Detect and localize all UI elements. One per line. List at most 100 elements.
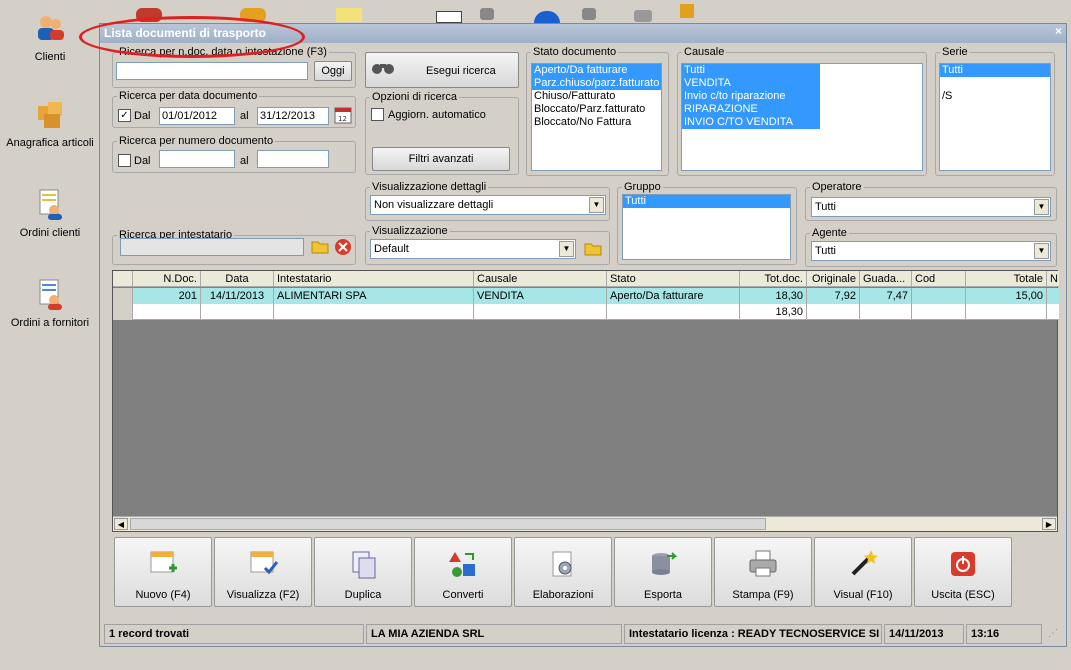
print-button[interactable]: Stampa (F9) — [714, 537, 812, 607]
clear-icon[interactable] — [334, 238, 352, 256]
list-item[interactable]: Invio c/to riparazione — [682, 90, 820, 103]
visual-button[interactable]: Visual (F10) — [814, 537, 912, 607]
calendar-icon[interactable]: 12 — [334, 106, 352, 124]
list-item[interactable]: Parz.chiuso/parz.fatturato — [532, 77, 661, 90]
horizontal-scrollbar[interactable]: ◀ ▶ — [113, 516, 1057, 531]
doc-status-list[interactable]: Aperto/Da fatturare Parz.chiuso/parz.fat… — [531, 63, 662, 171]
supplier-orders-icon — [39, 279, 62, 310]
date-to-input[interactable]: 31/12/2013 — [257, 107, 329, 125]
desktop-icon-ordini-clienti[interactable]: Ordini clienti — [0, 188, 100, 239]
process-button[interactable]: Elaborazioni — [514, 537, 612, 607]
column-header[interactable]: Causale — [474, 271, 607, 287]
column-header[interactable]: N — [1047, 271, 1059, 287]
list-item[interactable]: Tutti — [682, 64, 820, 77]
auto-update-checkbox[interactable] — [371, 108, 384, 121]
date-search-checkbox[interactable]: ✓ — [118, 109, 131, 122]
holder-search-input[interactable] — [120, 238, 304, 256]
list-item[interactable]: /S — [940, 90, 1050, 103]
doc-status-legend: Stato documento — [533, 46, 617, 58]
list-item[interactable]: Tutti — [940, 64, 1050, 77]
column-header[interactable]: Stato — [607, 271, 740, 287]
column-header[interactable]: Cod — [912, 271, 966, 287]
package-icon[interactable] — [680, 4, 694, 18]
scroll-right-icon[interactable]: ▶ — [1042, 518, 1056, 530]
pin-icon[interactable] — [480, 8, 494, 20]
pin-icon[interactable] — [582, 8, 596, 20]
chevron-down-icon[interactable]: ▼ — [1034, 243, 1049, 259]
process-label: Elaborazioni — [532, 589, 594, 601]
table-cell — [807, 304, 860, 320]
number-to-input[interactable] — [257, 150, 329, 168]
text-search-input[interactable] — [116, 62, 308, 80]
column-header[interactable]: Totale — [966, 271, 1047, 287]
column-header[interactable]: Originale — [807, 271, 860, 287]
duplicate-button[interactable]: Duplica — [314, 537, 412, 607]
desktop-icon-label: Anagrafica articoli — [6, 137, 94, 149]
number-dal-label: Dal — [134, 155, 151, 167]
gruppo-list[interactable]: Tutti — [622, 194, 791, 260]
list-item[interactable]: Bloccato/Parz.fatturato — [532, 103, 661, 116]
list-item[interactable]: Chiuso/Fatturato — [532, 90, 661, 103]
note-icon[interactable] — [336, 8, 362, 22]
date-from-input[interactable]: 01/01/2012 — [159, 107, 235, 125]
folder-icon[interactable] — [584, 240, 602, 256]
agente-select[interactable]: Tutti ▼ — [811, 241, 1051, 261]
list-item[interactable]: INVIO C/TO VENDITA — [682, 116, 820, 129]
close-icon[interactable]: × — [1055, 24, 1062, 38]
view-select[interactable]: Default ▼ — [370, 239, 576, 259]
column-header[interactable]: Intestatario — [274, 271, 474, 287]
list-item[interactable]: Bloccato/No Fattura — [532, 116, 661, 129]
export-button[interactable]: Esporta — [614, 537, 712, 607]
table-cell: Aperto/Da fatturare — [607, 288, 740, 304]
desktop-icon-ordini-fornitori[interactable]: Ordini a fornitori — [0, 278, 100, 329]
resize-grip-icon[interactable]: ⋰ — [1048, 628, 1062, 642]
list-item[interactable]: Tutti — [623, 195, 790, 208]
totals-row: 18,30 — [113, 304, 1059, 320]
column-header[interactable]: N.Doc. — [133, 271, 201, 287]
column-header[interactable]: Tot.doc. — [740, 271, 807, 287]
run-search-button[interactable]: Esegui ricerca — [365, 52, 519, 88]
chevron-down-icon[interactable]: ▼ — [1034, 199, 1049, 215]
table-row[interactable]: 201 14/11/2013 ALIMENTARI SPA VENDITA Ap… — [113, 288, 1059, 304]
list-item[interactable]: RIPARAZIONE — [682, 103, 820, 116]
column-header[interactable]: Data — [201, 271, 274, 287]
number-from-input[interactable] — [159, 150, 235, 168]
view-button[interactable]: Visualizza (F2) — [214, 537, 312, 607]
number-search-checkbox[interactable] — [118, 154, 131, 167]
operatore-select[interactable]: Tutti ▼ — [811, 197, 1051, 217]
chevron-down-icon[interactable]: ▼ — [589, 197, 604, 213]
causale-list[interactable]: Tutti VENDITA Invio c/to riparazione RIP… — [681, 63, 923, 171]
process-icon — [552, 551, 572, 577]
convert-icon — [449, 552, 475, 577]
chevron-down-icon[interactable]: ▼ — [559, 241, 574, 257]
today-button[interactable]: Oggi — [314, 61, 352, 81]
serie-list[interactable]: Tutti /S — [939, 63, 1051, 171]
info-icon[interactable] — [534, 11, 560, 23]
documents-table[interactable]: N.Doc. Data Intestatario Causale Stato T… — [112, 270, 1059, 532]
tools-icon[interactable] — [634, 10, 652, 22]
status-records: 1 record trovati — [104, 624, 364, 644]
column-header[interactable] — [113, 271, 133, 287]
new-button[interactable]: Nuovo (F4) — [114, 537, 212, 607]
scroll-left-icon[interactable]: ◀ — [114, 518, 128, 530]
detail-view-select[interactable]: Non visualizzare dettagli ▼ — [370, 195, 606, 215]
exit-button[interactable]: Uscita (ESC) — [914, 537, 1012, 607]
operatore-value: Tutti — [815, 201, 836, 213]
advanced-filters-button[interactable]: Filtri avanzati — [372, 147, 510, 171]
convert-button[interactable]: Converti — [414, 537, 512, 607]
table-cell — [113, 304, 133, 320]
desktop-icon-label: Ordini clienti — [19, 227, 81, 239]
grid-icon[interactable] — [436, 11, 462, 23]
date-search-legend: Ricerca per data documento — [119, 90, 258, 102]
scroll-thumb[interactable] — [130, 518, 766, 530]
exit-label: Uscita (ESC) — [931, 589, 995, 601]
list-item[interactable]: Aperto/Da fatturare — [532, 64, 661, 77]
list-item[interactable] — [940, 77, 1050, 90]
list-item[interactable]: VENDITA — [682, 77, 820, 90]
table-cell — [966, 304, 1047, 320]
svg-text:12: 12 — [338, 115, 347, 123]
folder-icon[interactable] — [311, 238, 329, 254]
desktop-icon-anagrafica-articoli[interactable]: Anagrafica articoli — [0, 98, 100, 149]
column-header[interactable]: Guada... — [860, 271, 912, 287]
agente-value: Tutti — [815, 245, 836, 257]
